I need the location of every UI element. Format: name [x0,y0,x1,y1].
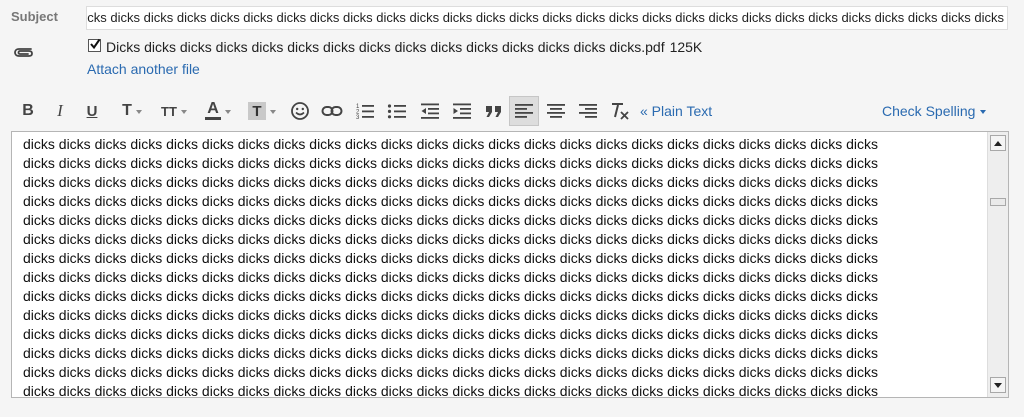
align-right-icon [579,104,597,118]
body-line: dicks dicks dicks dicks dicks dicks dick… [23,136,878,152]
scroll-down-button[interactable] [990,377,1006,393]
body-line: dicks dicks dicks dicks dicks dicks dick… [23,193,878,209]
chevron-down-icon [225,110,231,114]
body-line: dicks dicks dicks dicks dicks dicks dick… [23,307,878,323]
check-spelling-button[interactable]: Check Spelling [882,103,987,119]
arrow-up-icon [994,140,1002,146]
italic-button[interactable]: I [50,96,70,126]
subject-input[interactable]: Dicks dicks dicks dicks dicks dicks dick… [86,6,1008,30]
text-color-icon: A [205,100,221,120]
checkmark-icon [90,38,101,49]
indent-more-button[interactable] [450,96,474,126]
svg-text:3: 3 [356,115,360,120]
attachment-filename: Dicks dicks dicks dicks dicks dicks dick… [106,39,665,55]
text-color-button[interactable]: A [200,96,236,126]
align-right-button[interactable] [576,96,600,126]
underline-icon: U [86,102,98,120]
smiley-icon [291,102,309,120]
body-line: dicks dicks dicks dicks dicks dicks dick… [23,212,878,228]
align-left-icon [515,104,533,118]
message-body-editor[interactable]: dicks dicks dicks dicks dicks dicks dick… [11,131,1009,398]
formatting-toolbar: B I U T TT A T 1 2 3 [14,96,1014,126]
check-spelling-label: Check Spelling [882,103,976,119]
body-line: dicks dicks dicks dicks dicks dicks dick… [23,326,878,342]
color-bar [205,117,221,120]
attachment-checkbox[interactable] [88,38,101,52]
indent-more-icon [453,103,471,119]
scroll-up-button[interactable] [990,135,1006,151]
chevron-down-icon [180,110,187,114]
highlight-glyph: T [252,102,262,120]
body-line: dicks dicks dicks dicks dicks dicks dick… [23,155,878,171]
body-line: dicks dicks dicks dicks dicks dicks dick… [23,231,878,247]
emoji-button[interactable] [288,96,312,126]
message-body-text: dicks dicks dicks dicks dicks dicks dick… [23,135,979,397]
compose-form: Subject Dicks dicks dicks dicks dicks di… [0,0,1024,417]
link-button[interactable] [320,96,344,126]
chevron-down-icon [270,110,276,114]
vertical-scrollbar[interactable] [987,132,1008,397]
font-size-icon: TT [161,103,177,119]
text-color-glyph: A [207,100,219,117]
plain-text-link[interactable]: « Plain Text [640,103,712,119]
bulleted-list-button[interactable] [386,96,408,126]
body-line: dicks dicks dicks dicks dicks dicks dick… [23,269,878,285]
body-line: dicks dicks dicks dicks dicks dicks dick… [23,364,878,380]
indent-less-icon [421,103,439,119]
attachment-row: Dicks dicks dicks dicks dicks dicks dick… [88,38,702,56]
quote-icon [486,106,501,117]
numbered-list-button[interactable]: 1 2 3 [354,96,376,126]
body-line: dicks dicks dicks dicks dicks dicks dick… [23,250,878,266]
attachment-size: 125K [669,39,703,55]
subject-value: Dicks dicks dicks dicks dicks dicks dick… [87,10,1004,25]
font-button[interactable]: T [114,96,150,126]
subject-label: Subject [11,9,58,24]
bold-button[interactable]: B [18,96,38,126]
highlight-icon: T [248,102,266,120]
indent-less-button[interactable] [418,96,442,126]
body-line: dicks dicks dicks dicks dicks dicks dick… [23,383,878,397]
chevron-down-icon [980,110,987,114]
font-size-button[interactable]: TT [156,96,192,126]
font-icon: T [122,102,132,119]
body-line: dicks dicks dicks dicks dicks dicks dick… [23,174,878,190]
attach-another-file-link[interactable]: Attach another file [87,61,200,77]
remove-formatting-button[interactable] [608,96,632,126]
body-line: dicks dicks dicks dicks dicks dicks dick… [23,288,878,304]
bold-icon: B [22,102,34,119]
remove-formatting-icon [612,103,629,120]
link-icon [321,106,343,116]
align-left-button[interactable] [509,96,539,126]
body-line: dicks dicks dicks dicks dicks dicks dick… [23,345,878,361]
chevron-down-icon [135,110,142,114]
align-center-icon [547,104,565,118]
numbered-list-icon: 1 2 3 [356,104,374,120]
italic-icon: I [57,101,63,120]
quote-button[interactable] [482,96,506,126]
highlight-button[interactable]: T [244,96,280,126]
scrollbar-thumb[interactable] [990,198,1006,206]
arrow-down-icon [994,382,1002,388]
paperclip-icon [12,44,34,60]
bulleted-list-icon [387,104,406,119]
underline-button[interactable]: U [82,96,102,126]
align-center-button[interactable] [544,96,568,126]
